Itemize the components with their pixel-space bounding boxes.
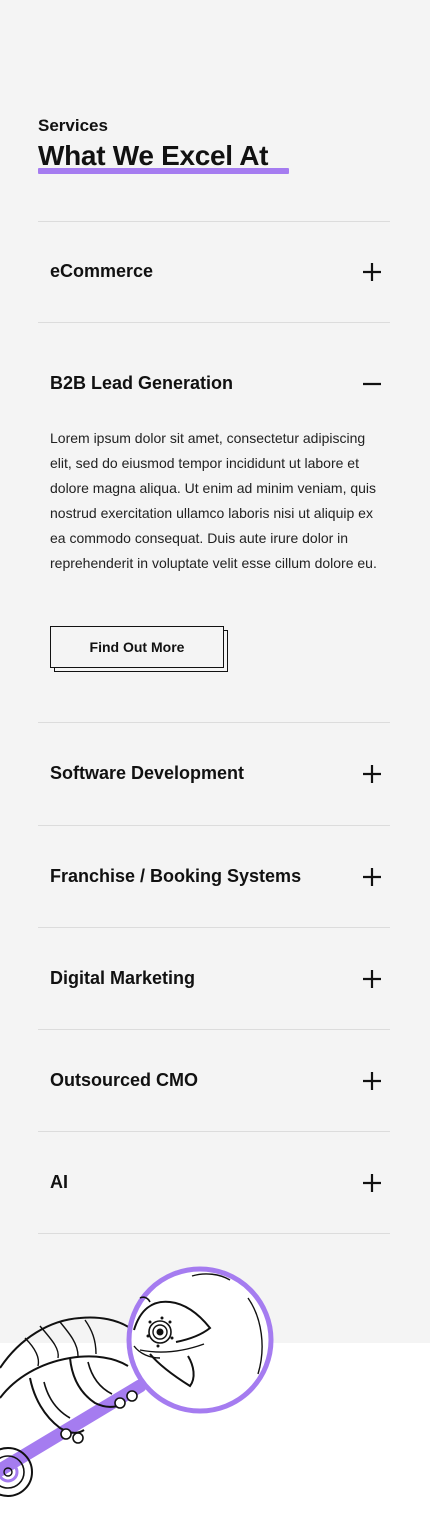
accordion-item-label: Franchise / Booking Systems xyxy=(50,866,302,886)
plus-icon[interactable] xyxy=(361,1070,383,1092)
accordion-item-label: B2B Lead Generation xyxy=(50,373,234,393)
minus-icon[interactable] xyxy=(361,373,383,395)
plus-icon[interactable] xyxy=(361,968,383,990)
accordion-item-ecommerce[interactable]: eCommerce xyxy=(38,222,390,322)
accordion-item-ai[interactable]: AI xyxy=(38,1132,390,1233)
plus-icon[interactable] xyxy=(361,866,383,888)
accordion-item-body: Lorem ipsum dolor sit amet, consectetur … xyxy=(50,430,377,571)
section-eyebrow: Services xyxy=(38,116,108,135)
plus-icon[interactable] xyxy=(361,763,383,785)
services-section: Services What We Excel At eCommerce B2B … xyxy=(0,0,430,1343)
accordion-divider xyxy=(38,1233,390,1234)
accordion-item-label: eCommerce xyxy=(50,261,154,281)
plus-icon[interactable] xyxy=(361,1172,383,1194)
accordion-item-outsourced-cmo[interactable]: Outsourced CMO xyxy=(38,1030,390,1131)
accordion-item-label: Outsourced CMO xyxy=(50,1070,199,1090)
section-title: What We Excel At xyxy=(38,140,269,171)
chameleon-magnifier-illustration xyxy=(0,1266,274,1497)
accordion-item-label: Digital Marketing xyxy=(50,968,196,988)
accordion-item-label: Software Development xyxy=(50,763,245,783)
find-out-more-button[interactable]: Find Out More xyxy=(50,626,224,668)
section-title-wrap: What We Excel At xyxy=(38,140,289,174)
plus-icon[interactable] xyxy=(361,261,383,283)
accordion-item-b2b-lead-generation[interactable]: B2B Lead Generation xyxy=(38,323,390,393)
accordion-item-label: AI xyxy=(50,1172,68,1192)
accordion-item-digital-marketing[interactable]: Digital Marketing xyxy=(38,928,390,1029)
accordion-item-software-development[interactable]: Software Development xyxy=(38,723,390,825)
accordion-item-franchise-booking-systems[interactable]: Franchise / Booking Systems xyxy=(38,826,390,927)
